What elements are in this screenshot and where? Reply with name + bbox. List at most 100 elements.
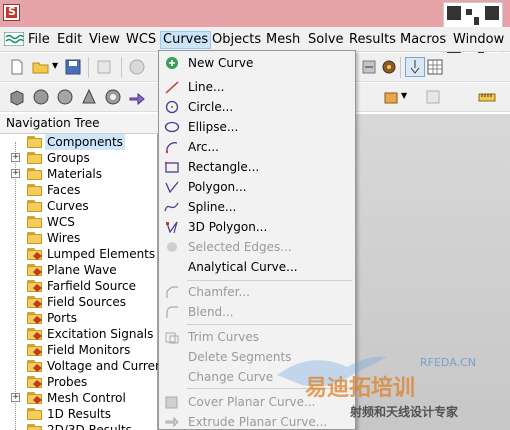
expand-toggle-icon[interactable]: + [11, 393, 20, 402]
cone-icon[interactable] [80, 88, 98, 106]
menu-edit[interactable]: Edit [55, 31, 84, 49]
tree-item[interactable]: Wires [0, 230, 158, 246]
tree-item[interactable]: Farfield Source [0, 278, 158, 294]
curves-menu-item[interactable]: Spline... [159, 197, 355, 217]
curves-menu-item[interactable]: Circle... [159, 97, 355, 117]
ruler-icon[interactable] [478, 88, 496, 106]
watermark-site: RFEDA.CN [420, 356, 476, 369]
curves-menu-item[interactable]: Blend... [159, 302, 355, 322]
tree-item[interactable]: Voltage and Current [0, 358, 167, 374]
curves-menu-item[interactable]: Trim Curves [159, 327, 355, 347]
menu-file[interactable]: File [26, 31, 52, 49]
tree-item-label: Mesh Control [47, 391, 126, 405]
tree-item-label: Farfield Source [47, 279, 137, 293]
tree-item-label: Excitation Signals [47, 327, 154, 341]
curves-menu-item[interactable]: New Curve [159, 53, 355, 73]
curves-menu-item[interactable]: 3D Polygon... [159, 217, 355, 237]
window-menu-icon[interactable] [4, 32, 24, 46]
new-file-icon[interactable] [8, 58, 26, 76]
curves-menu-item-label: Selected Edges... [188, 240, 292, 254]
curves-menu-item-label: Polygon... [188, 180, 247, 194]
curves-menu-item[interactable]: Extrude Planar Curve... [159, 412, 355, 430]
curves-menu-item[interactable]: Arc... [159, 137, 355, 157]
tree-item[interactable]: + Groups [0, 150, 158, 166]
expand-toggle-icon[interactable]: + [11, 153, 20, 162]
tree-item[interactable]: Faces [0, 182, 158, 198]
app-logo-icon[interactable] [3, 4, 20, 21]
menu-curves[interactable]: Curves [160, 31, 212, 49]
add-component-icon[interactable] [424, 88, 442, 106]
tree-item[interactable]: Field Sources [0, 294, 158, 310]
tree-item[interactable]: Plane Wave [0, 262, 158, 278]
tree-item[interactable]: WCS [0, 214, 158, 230]
render-icon[interactable] [360, 58, 378, 76]
tree-item-label: Voltage and Current [47, 359, 168, 373]
pick-mode-icon[interactable] [405, 57, 425, 77]
tree-item[interactable]: Components [0, 134, 158, 150]
curves-menu-item-label: Change Curve [188, 370, 274, 384]
folder-icon [27, 344, 42, 356]
menu-mesh[interactable]: Mesh [264, 31, 302, 49]
extrude-icon[interactable] [128, 88, 146, 106]
cylinder-icon[interactable] [56, 88, 74, 106]
folder-icon [27, 376, 42, 388]
cover-planar-icon [165, 396, 178, 409]
polygon-3d-icon [166, 221, 178, 234]
grid-icon[interactable] [426, 58, 444, 76]
tree-item-label: Plane Wave [47, 263, 117, 277]
transform-icon[interactable] [382, 88, 400, 106]
folder-icon [27, 424, 42, 430]
tree-item[interactable]: + Materials [0, 166, 158, 182]
tree-item[interactable]: Excitation Signals [0, 326, 158, 342]
sphere-icon[interactable] [32, 88, 50, 106]
tree-item[interactable]: Ports [0, 310, 158, 326]
spline-icon [164, 202, 179, 212]
curves-menu-item-label: Circle... [188, 100, 234, 114]
curves-menu-item[interactable]: Rectangle... [159, 157, 355, 177]
folder-icon [27, 312, 42, 324]
menu-macros[interactable]: Macros [398, 31, 448, 49]
tree-item-label: Ports [47, 311, 78, 325]
curves-menu-item[interactable]: Ellipse... [159, 117, 355, 137]
camera-icon[interactable] [380, 58, 398, 76]
tree-item[interactable]: Field Monitors [0, 342, 158, 358]
brick-icon[interactable] [8, 88, 26, 106]
print-icon[interactable] [95, 58, 113, 76]
ellipse-icon [164, 121, 180, 133]
blend-icon [166, 306, 178, 318]
folder-icon [27, 296, 42, 308]
navigation-tree-panel: Navigation Tree Components + Groups + Materi… [0, 114, 167, 430]
curves-menu-item[interactable]: Selected Edges... [159, 237, 355, 257]
tree-item-label: Faces [47, 183, 81, 197]
transform-dropdown-arrow-icon[interactable]: ▼ [401, 91, 407, 100]
curves-menu-item[interactable]: Chamfer... [159, 282, 355, 302]
tree-item[interactable]: Curves [0, 198, 158, 214]
expand-toggle-icon[interactable]: + [11, 169, 20, 178]
menu-window[interactable]: Window [451, 31, 506, 49]
open-folder-icon[interactable] [32, 58, 50, 76]
folder-icon [27, 328, 42, 340]
tree-item[interactable]: 1D Results [0, 406, 158, 422]
torus-icon[interactable] [104, 88, 122, 106]
folder-icon [27, 392, 42, 404]
menu-wcs[interactable]: WCS [124, 31, 158, 49]
title-bar [0, 0, 510, 62]
save-icon[interactable] [64, 58, 82, 76]
curves-menu-item[interactable]: Polygon... [159, 177, 355, 197]
tree-item[interactable]: 2D/3D Results [0, 422, 158, 430]
menu-results[interactable]: Results [347, 31, 398, 49]
curves-menu-item[interactable]: Analytical Curve... [159, 257, 355, 277]
curves-menu-item-label: Rectangle... [188, 160, 260, 174]
menu-solve[interactable]: Solve [306, 31, 346, 49]
tree-item-label: Groups [47, 151, 90, 165]
menu-objects[interactable]: Objects [210, 31, 263, 49]
tree-item[interactable]: + Mesh Control [0, 390, 158, 406]
undo-icon[interactable] [128, 58, 146, 76]
chamfer-icon [166, 286, 178, 298]
folder-icon [27, 168, 42, 180]
menu-view[interactable]: View [87, 31, 122, 49]
curves-menu-item[interactable]: Line... [159, 77, 355, 97]
open-dropdown-arrow-icon[interactable]: ▼ [52, 61, 58, 70]
tree-item[interactable]: Probes [0, 374, 158, 390]
tree-item[interactable]: Lumped Elements [0, 246, 158, 262]
